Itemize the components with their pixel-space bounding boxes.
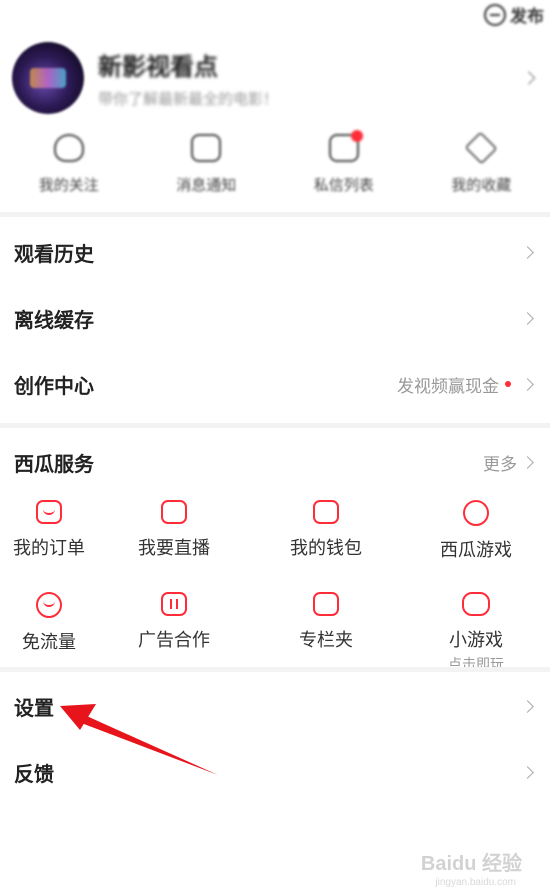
arrow-shaft [76, 713, 218, 775]
annotation-arrow [60, 704, 218, 775]
watermark: Baidu 经验 [420, 853, 522, 875]
watermark-url: jingyan.baidu.com [435, 877, 516, 888]
